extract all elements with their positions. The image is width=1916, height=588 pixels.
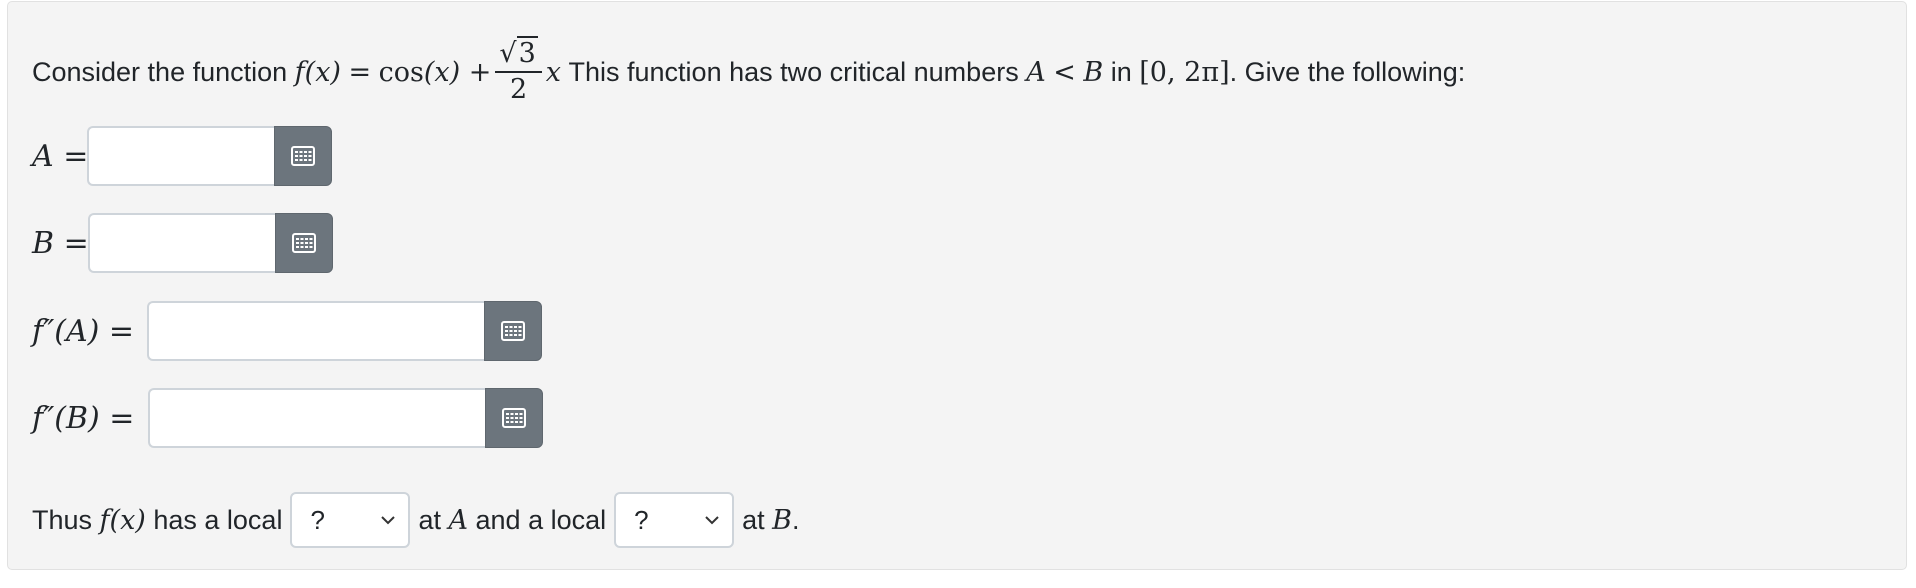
keyboard-icon <box>291 146 315 166</box>
var-B: B <box>1083 56 1104 88</box>
var-A: A <box>1026 56 1046 88</box>
keyboard-icon <box>501 321 525 341</box>
sqrt-radicand: 3 <box>516 36 538 70</box>
answer-input-fppA[interactable] <box>147 301 484 361</box>
func-lhs: f(x) <box>294 56 341 88</box>
extremum-select-B[interactable]: ? <box>614 492 735 548</box>
answer-input-fppB[interactable] <box>148 388 485 448</box>
interval: [0, 2π] <box>1139 56 1230 88</box>
keyboard-button-A[interactable] <box>274 126 332 186</box>
chevron-down-icon <box>381 516 396 525</box>
select-B-value: ? <box>634 504 649 535</box>
answer-row-B: B = <box>32 213 89 273</box>
answer-label-B: B = <box>32 225 89 261</box>
question-prompt: Consider the function f(x) = cos (x) + √… <box>32 22 1465 122</box>
conclusion-sentence: Thus f(x) has a local ? at A and a local… <box>32 492 800 548</box>
select-A-value: ? <box>310 504 325 535</box>
answer-label-fppA: f″(A) = <box>32 313 135 349</box>
less-than: < <box>1053 56 1076 88</box>
cos-word: cos <box>378 56 424 88</box>
answer-group-B <box>88 213 333 273</box>
extremum-select-A[interactable]: ? <box>290 492 411 548</box>
cos-arg: (x) + <box>423 56 492 88</box>
answer-input-B[interactable] <box>88 213 275 273</box>
answer-label-fppB: f″(B) = <box>32 400 135 436</box>
question-panel: Consider the function f(x) = cos (x) + √… <box>7 1 1907 570</box>
sqrt3-over-2-fraction: √3 2 <box>495 36 542 105</box>
answer-group-fppA <box>147 301 542 361</box>
prompt-middle: This function has two critical numbers <box>568 56 1019 87</box>
final-var-B: B <box>772 504 793 536</box>
var-x: x <box>545 56 561 88</box>
word-at: at <box>418 504 441 535</box>
answer-row-fppA: f″(A) = <box>32 301 134 361</box>
answer-input-A[interactable] <box>87 126 274 186</box>
prompt-end: . Give the following: <box>1229 56 1466 87</box>
keyboard-button-fppA[interactable] <box>484 301 542 361</box>
keyboard-icon <box>292 233 316 253</box>
word-has-local: has a local <box>153 504 283 535</box>
equals-sign: = <box>348 56 372 88</box>
final-fx: f(x) <box>99 504 146 536</box>
chevron-down-icon <box>705 516 719 525</box>
word-and-local: and a local <box>475 504 607 535</box>
keyboard-button-fppB[interactable] <box>485 388 543 448</box>
answer-label-A: A = <box>32 138 89 174</box>
word-thus: Thus <box>32 504 93 535</box>
fraction-denominator: 2 <box>509 74 528 105</box>
answer-group-fppB <box>148 388 543 448</box>
prompt-intro: Consider the function <box>32 56 288 87</box>
answer-group-A <box>87 126 332 186</box>
keyboard-icon <box>502 408 526 428</box>
final-period: . <box>792 504 800 535</box>
fraction-numerator: √3 <box>495 36 542 73</box>
final-var-A: A <box>448 504 469 536</box>
answer-row-fppB: f″(B) = <box>32 388 134 448</box>
keyboard-button-B[interactable] <box>275 213 333 273</box>
answer-row-A: A = <box>32 126 88 186</box>
word-in: in <box>1110 56 1132 87</box>
word-at-2: at <box>742 504 765 535</box>
